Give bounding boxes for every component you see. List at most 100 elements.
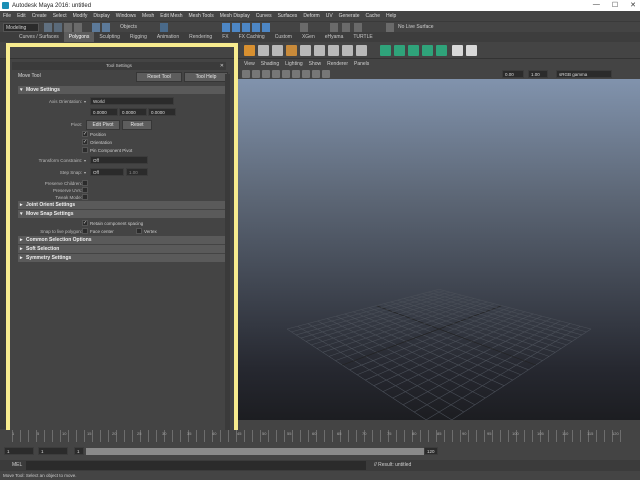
smooth-shade-icon[interactable]	[272, 70, 280, 78]
wireframe-icon[interactable]	[262, 70, 270, 78]
menu-curves[interactable]: Curves	[256, 13, 272, 19]
bridge-icon[interactable]	[356, 45, 367, 56]
face-center-checkbox[interactable]	[82, 228, 88, 234]
menu-cache[interactable]: Cache	[366, 13, 380, 19]
position-checkbox[interactable]: ✓	[82, 131, 88, 137]
render-icon[interactable]	[330, 23, 338, 32]
render-settings-icon[interactable]	[354, 23, 362, 32]
snap-curve-icon[interactable]	[232, 23, 240, 32]
shelf-tab-animation[interactable]: Animation	[152, 32, 184, 42]
retain-spacing-checkbox[interactable]: ✓	[82, 220, 88, 226]
live-surface-label[interactable]: No Live Surface	[398, 23, 434, 32]
range-bar-handle[interactable]	[86, 448, 436, 455]
shelf-tab-custom[interactable]: Custom	[270, 32, 297, 42]
section-soft-selection[interactable]: Soft Selection	[18, 245, 228, 253]
uv-automatic-icon[interactable]	[422, 45, 433, 56]
section-move-snap[interactable]: Move Snap Settings	[18, 210, 228, 218]
start-frame-field[interactable]: 1	[4, 447, 34, 455]
menu-edit-mesh[interactable]: Edit Mesh	[160, 13, 182, 19]
mel-input[interactable]	[26, 461, 366, 470]
menu-mesh-display[interactable]: Mesh Display	[220, 13, 250, 19]
menu-uv[interactable]: UV	[326, 13, 333, 19]
section-move-settings[interactable]: Move Settings	[18, 86, 228, 94]
step-snap-dropdown[interactable]: Off	[90, 168, 124, 176]
time-slider[interactable]: 1 5 10 15 20 25 30 35 40 45 50 55 60 65 70 75 80 85 90 95 10…	[0, 430, 640, 446]
menu-deform[interactable]: Deform	[303, 13, 319, 19]
viewport-menu-renderer[interactable]: Renderer	[327, 60, 348, 69]
menu-windows[interactable]: Windows	[116, 13, 136, 19]
shelf-tab-rendering[interactable]: Rendering	[184, 32, 217, 42]
preserve-uvs-checkbox[interactable]	[82, 187, 88, 193]
shadows-icon[interactable]	[302, 70, 310, 78]
viewport-canvas[interactable]: persp	[238, 79, 640, 420]
snap-point-icon[interactable]	[242, 23, 250, 32]
combine-icon[interactable]	[258, 45, 269, 56]
menu-surfaces[interactable]: Surfaces	[278, 13, 298, 19]
orientation-checkbox[interactable]: ✓	[82, 139, 88, 145]
transform-constraint-dropdown[interactable]: Off	[90, 156, 148, 164]
axis-z-field[interactable]: 0.0000	[148, 108, 176, 116]
menu-mesh[interactable]: Mesh	[142, 13, 154, 19]
ipr-render-icon[interactable]	[342, 23, 350, 32]
xray-icon[interactable]	[312, 70, 320, 78]
axis-orientation-dropdown[interactable]: World	[90, 97, 174, 105]
step-snap-amount-field[interactable]: 1.00	[126, 168, 148, 176]
undo-icon[interactable]	[64, 23, 72, 32]
section-common-selection[interactable]: Common Selection Options	[18, 236, 228, 244]
panel-scrollbar[interactable]	[225, 74, 230, 434]
redo-icon[interactable]	[74, 23, 82, 32]
menu-create[interactable]: Create	[32, 13, 47, 19]
camera-icon[interactable]	[242, 70, 250, 78]
folder-icon[interactable]	[44, 23, 52, 32]
textured-icon[interactable]	[282, 70, 290, 78]
select-component-icon[interactable]	[160, 23, 168, 32]
uv-planar-icon[interactable]	[380, 45, 391, 56]
shelf-tab-curves-surfaces[interactable]: Curves / Surfaces	[14, 32, 64, 42]
poly-cube-icon[interactable]	[244, 45, 255, 56]
viewport-menu-show[interactable]: Show	[309, 60, 322, 69]
lights-icon[interactable]	[292, 70, 300, 78]
close-icon[interactable]: ✕	[220, 62, 224, 70]
separate-icon[interactable]	[272, 45, 283, 56]
preserve-children-checkbox[interactable]	[82, 180, 88, 186]
axis-y-field[interactable]: 0.0000	[119, 108, 147, 116]
edit-pivot-button[interactable]: Edit Pivot	[86, 120, 120, 130]
checker-icon[interactable]	[452, 45, 463, 56]
exposure-field[interactable]: 0.00	[502, 70, 524, 78]
viewport-menu-lighting[interactable]: Lighting	[285, 60, 303, 69]
color-space-dropdown[interactable]: sRGB gamma	[556, 70, 612, 78]
shelf-tab-xgen[interactable]: XGen	[297, 32, 320, 42]
reset-tool-button[interactable]: Reset Tool	[136, 72, 182, 82]
close-icon[interactable]: ✕	[630, 1, 636, 9]
current-frame-field[interactable]: 1	[38, 447, 68, 455]
menu-modify[interactable]: Modify	[73, 13, 88, 19]
magnet-icon[interactable]	[386, 23, 394, 32]
shelf-tab-sculpting[interactable]: Sculpting	[94, 32, 125, 42]
shelf-tab-ehyama[interactable]: eHyama	[320, 32, 349, 42]
mode-selector[interactable]: Modeling	[3, 23, 39, 32]
grid-icon[interactable]	[252, 70, 260, 78]
section-joint-orient[interactable]: Joint Orient Settings	[18, 201, 228, 209]
history-icon[interactable]	[300, 23, 308, 32]
menu-select[interactable]: Select	[53, 13, 67, 19]
menu-generate[interactable]: Generate	[339, 13, 360, 19]
minimize-icon[interactable]: —	[593, 1, 600, 9]
maximize-icon[interactable]: ☐	[612, 1, 618, 9]
pin-component-checkbox[interactable]	[82, 147, 88, 153]
uv-cylindrical-icon[interactable]	[394, 45, 405, 56]
save-icon[interactable]	[54, 23, 62, 32]
viewport-menu-view[interactable]: View	[244, 60, 255, 69]
smooth-icon[interactable]	[300, 45, 311, 56]
shelf-tab-turtle[interactable]: TURTLE	[348, 32, 377, 42]
menu-display[interactable]: Display	[93, 13, 109, 19]
snap-surface-icon[interactable]	[262, 23, 270, 32]
axis-x-field[interactable]: 0.0000	[90, 108, 118, 116]
menu-file[interactable]: File	[3, 13, 11, 19]
uv-grid-icon[interactable]	[466, 45, 477, 56]
snap-grid-icon[interactable]	[222, 23, 230, 32]
isolate-icon[interactable]	[322, 70, 330, 78]
mirror-icon[interactable]	[328, 45, 339, 56]
uv-spherical-icon[interactable]	[408, 45, 419, 56]
bevel-icon[interactable]	[342, 45, 353, 56]
snap-view-icon[interactable]	[252, 23, 260, 32]
